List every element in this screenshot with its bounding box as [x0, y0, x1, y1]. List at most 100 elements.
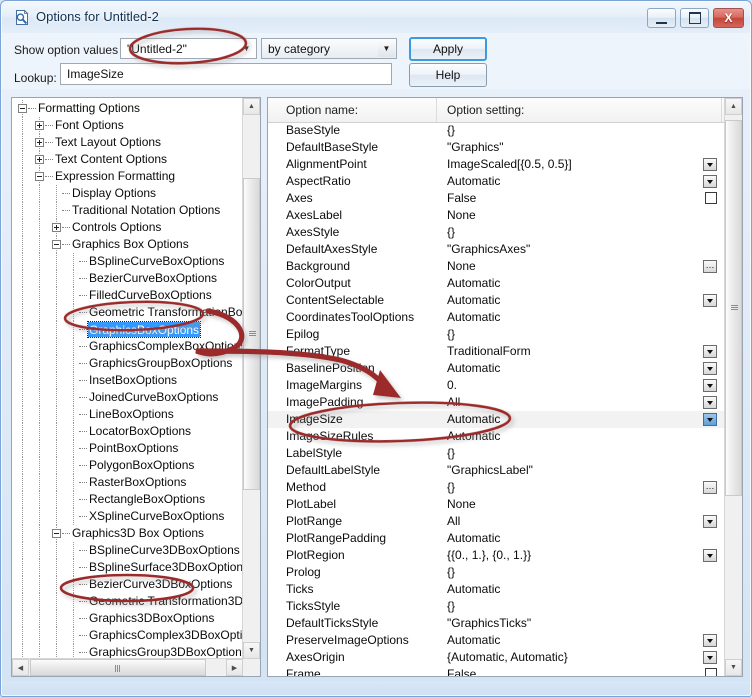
tree-item-font-options[interactable]: Font Options: [12, 117, 242, 134]
option-row[interactable]: Frame False: [268, 666, 727, 676]
option-row[interactable]: BaselinePosition Automatic: [268, 360, 727, 377]
scroll-down-icon[interactable]: ▼: [243, 642, 260, 659]
option-ellipsis-button[interactable]: …: [703, 481, 717, 494]
option-dropdown-button[interactable]: [703, 549, 717, 562]
scroll-down-icon[interactable]: ▼: [725, 659, 742, 676]
tree-item-beziercurve3dboxoptions[interactable]: BezierCurve3DBoxOptions: [12, 576, 242, 593]
option-dropdown-button[interactable]: [703, 515, 717, 528]
tree-collapse-icon[interactable]: [52, 240, 61, 249]
option-row[interactable]: Method{}…: [268, 479, 727, 496]
maximize-button[interactable]: [680, 8, 709, 28]
option-row[interactable]: PlotRangePadding Automatic: [268, 530, 727, 547]
tree-collapse-icon[interactable]: [35, 172, 44, 181]
option-table-body[interactable]: BaseStyle {} DefaultBaseStyle "Graphics" Ali…: [268, 122, 727, 676]
tree-item-controls-options[interactable]: Controls Options: [12, 219, 242, 236]
tree-item-bsplinecurve3dboxoptions[interactable]: BSplineCurve3DBoxOptions: [12, 542, 242, 559]
tree-item-traditional-notation-options[interactable]: Traditional Notation Options: [12, 202, 242, 219]
option-row[interactable]: TicksStyle {}: [268, 598, 727, 615]
tree-item-polygonboxoptions[interactable]: PolygonBoxOptions: [12, 457, 242, 474]
option-row[interactable]: Axes False: [268, 190, 727, 207]
option-row[interactable]: ImageSize Automatic: [268, 411, 727, 428]
option-row[interactable]: DefaultLabelStyle "GraphicsLabel": [268, 462, 727, 479]
option-row[interactable]: ColorOutput Automatic: [268, 275, 727, 292]
tree-collapse-icon[interactable]: [18, 104, 27, 113]
tree-item-insetboxoptions[interactable]: InsetBoxOptions: [12, 372, 242, 389]
options-tree[interactable]: Formatting Options Font Options Text Layou…: [12, 100, 242, 660]
option-row[interactable]: DefaultAxesStyle "GraphicsAxes": [268, 241, 727, 258]
options-vertical-scrollbar[interactable]: ▲ ▼: [724, 98, 742, 676]
option-dropdown-button[interactable]: [703, 158, 717, 171]
option-row[interactable]: PreserveImageOptions Automatic: [268, 632, 727, 649]
tree-item-text-content-options[interactable]: Text Content Options: [12, 151, 242, 168]
tree-item-text-layout-options[interactable]: Text Layout Options: [12, 134, 242, 151]
option-checkbox[interactable]: [705, 192, 717, 204]
tree-vertical-scrollbar[interactable]: ▲ ▼: [242, 98, 260, 659]
apply-button[interactable]: Apply: [409, 37, 487, 61]
tree-item-geometric-transformationboxopt[interactable]: Geometric TransformationBoxOpt: [12, 304, 242, 321]
tree-expand-icon[interactable]: [35, 138, 44, 147]
tree-item-rasterboxoptions[interactable]: RasterBoxOptions: [12, 474, 242, 491]
option-row[interactable]: AlignmentPoint ImageScaled[{0.5, 0.5}]: [268, 156, 727, 173]
tree-item-graphics3d-box-options[interactable]: Graphics3D Box Options: [12, 525, 242, 542]
option-row[interactable]: ImageMargins 0.: [268, 377, 727, 394]
tree-expand-icon[interactable]: [35, 121, 44, 130]
option-dropdown-button[interactable]: [703, 294, 717, 307]
option-row[interactable]: ImagePadding All: [268, 394, 727, 411]
tree-item-locatorboxoptions[interactable]: LocatorBoxOptions: [12, 423, 242, 440]
option-row[interactable]: AspectRatio Automatic: [268, 173, 727, 190]
tree-expand-icon[interactable]: [35, 155, 44, 164]
option-row[interactable]: CoordinatesToolOptions Automatic: [268, 309, 727, 326]
scroll-right-icon[interactable]: ▶: [226, 659, 243, 676]
option-row[interactable]: PlotRegion {{0., 1.}, {0., 1.}}: [268, 547, 727, 564]
scrollbar-thumb[interactable]: [30, 659, 206, 676]
option-row[interactable]: PlotLabel None: [268, 496, 727, 513]
notebook-select[interactable]: "Untitled-2" ▼: [120, 38, 257, 59]
tree-item-bsplinesurface3dboxoptions[interactable]: BSplineSurface3DBoxOptions: [12, 559, 242, 576]
grouping-select[interactable]: by category ▼: [261, 38, 397, 59]
option-row[interactable]: ContentSelectable Automatic: [268, 292, 727, 309]
close-button[interactable]: X: [713, 8, 744, 28]
tree-horizontal-scrollbar[interactable]: ◀ ▶: [12, 658, 243, 676]
tree-item-graphicscomplexboxoptions[interactable]: GraphicsComplexBoxOptions: [12, 338, 242, 355]
option-dropdown-button[interactable]: [703, 379, 717, 392]
option-row[interactable]: Ticks Automatic: [268, 581, 727, 598]
tree-item-formatting-options[interactable]: Formatting Options: [12, 100, 242, 117]
scrollbar-thumb[interactable]: [725, 120, 742, 496]
option-dropdown-button[interactable]: [703, 651, 717, 664]
tree-item-graphics-box-options[interactable]: Graphics Box Options: [12, 236, 242, 253]
option-dropdown-button[interactable]: [703, 413, 717, 426]
tree-item-rectangleboxoptions[interactable]: RectangleBoxOptions: [12, 491, 242, 508]
option-dropdown-button[interactable]: [703, 634, 717, 647]
tree-item-graphicsgroupboxoptions[interactable]: GraphicsGroupBoxOptions: [12, 355, 242, 372]
option-dropdown-button[interactable]: [703, 362, 717, 375]
option-row[interactable]: PlotRange All: [268, 513, 727, 530]
tree-item-selected[interactable]: GraphicsBoxOptions: [12, 321, 242, 338]
tree-expand-icon[interactable]: [52, 223, 61, 232]
option-dropdown-button[interactable]: [703, 175, 717, 188]
tree-item-graphics3dboxoptions[interactable]: Graphics3DBoxOptions: [12, 610, 242, 627]
tree-item-graphicscomplex3dboxoptions[interactable]: GraphicsComplex3DBoxOptions: [12, 627, 242, 644]
tree-item-expression-formatting[interactable]: Expression Formatting: [12, 168, 242, 185]
tree-item-pointboxoptions[interactable]: PointBoxOptions: [12, 440, 242, 457]
option-row[interactable]: FormatType TraditionalForm: [268, 343, 727, 360]
tree-item-xsplinecurveboxoptions[interactable]: XSplineCurveBoxOptions: [12, 508, 242, 525]
tree-item-beziercurveboxoptions[interactable]: BezierCurveBoxOptions: [12, 270, 242, 287]
scroll-left-icon[interactable]: ◀: [12, 659, 29, 676]
option-dropdown-button[interactable]: [703, 345, 717, 358]
scroll-up-icon[interactable]: ▲: [725, 98, 742, 115]
tree-item-lineboxoptions[interactable]: LineBoxOptions: [12, 406, 242, 423]
tree-item-geometric-transformation3dboxo[interactable]: Geometric Transformation3DBoxO: [12, 593, 242, 610]
scrollbar-thumb[interactable]: [243, 178, 260, 490]
option-row[interactable]: DefaultTicksStyle "GraphicsTicks": [268, 615, 727, 632]
help-button[interactable]: Help: [409, 63, 487, 87]
option-ellipsis-button[interactable]: …: [703, 260, 717, 273]
tree-item-filledcurveboxoptions[interactable]: FilledCurveBoxOptions: [12, 287, 242, 304]
option-row[interactable]: LabelStyle {}: [268, 445, 727, 462]
option-row[interactable]: DefaultBaseStyle "Graphics": [268, 139, 727, 156]
tree-collapse-icon[interactable]: [52, 529, 61, 538]
tree-item-bsplinecurveboxoptions[interactable]: BSplineCurveBoxOptions: [12, 253, 242, 270]
option-row[interactable]: BaseStyle {}: [268, 122, 727, 139]
option-row[interactable]: Prolog {}: [268, 564, 727, 581]
option-row[interactable]: Background None…: [268, 258, 727, 275]
option-row[interactable]: AxesOrigin {Automatic, Automatic}: [268, 649, 727, 666]
